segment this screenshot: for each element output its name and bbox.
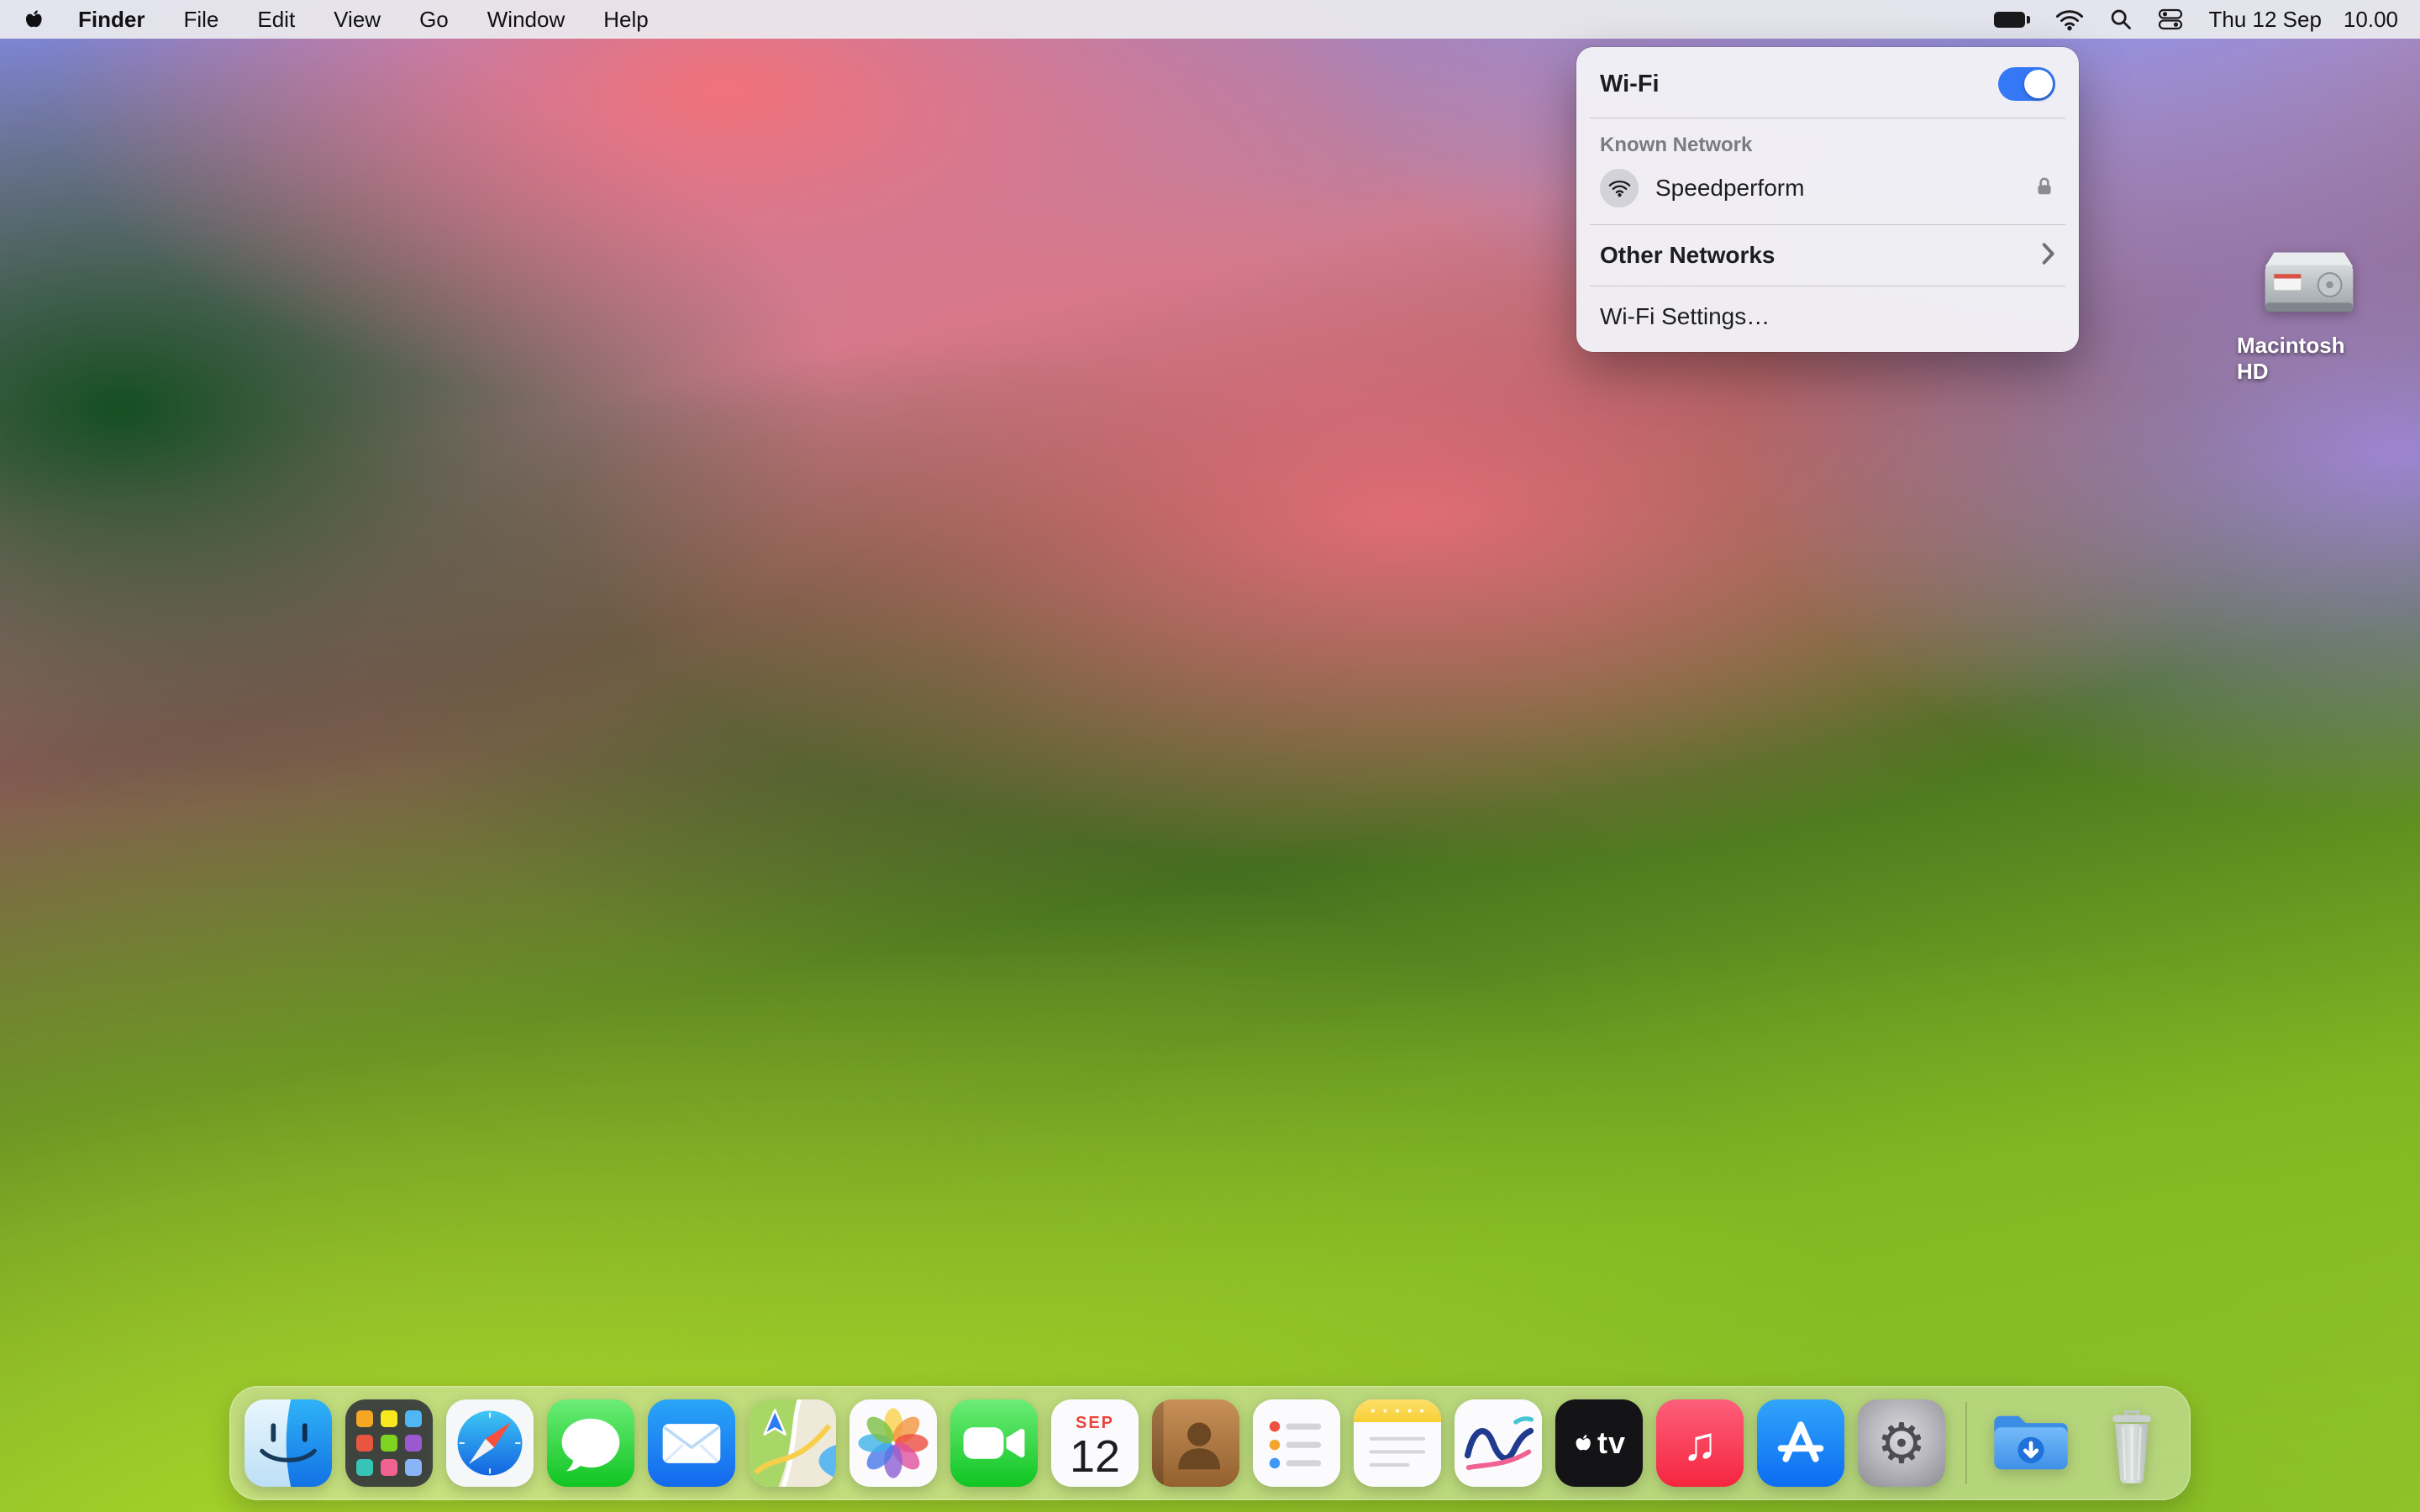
app-store-a-icon — [1757, 1399, 1844, 1487]
tv-label: tv — [1597, 1425, 1626, 1461]
menu-bar-clock[interactable]: Thu 12 Sep 10.00 — [2208, 7, 2398, 33]
dock-app-store[interactable] — [1757, 1399, 1844, 1487]
safari-icon — [446, 1399, 534, 1487]
known-network-header: Known Network — [1576, 123, 2079, 160]
other-networks-label: Other Networks — [1600, 242, 1776, 269]
menu-go[interactable]: Go — [400, 0, 468, 39]
battery-icon[interactable] — [1994, 12, 2030, 28]
downloads-folder-icon — [1987, 1399, 2075, 1487]
known-network-row[interactable]: Speedperform — [1576, 160, 2079, 219]
menu-file[interactable]: File — [164, 0, 238, 39]
maps-icon — [749, 1399, 836, 1487]
apple-logo-icon — [22, 8, 44, 30]
wifi-settings-label: Wi-Fi Settings… — [1600, 303, 1770, 330]
menu-finder[interactable]: Finder — [59, 0, 164, 39]
system-settings-icon: ⚙ — [1858, 1399, 1945, 1487]
menu-window[interactable]: Window — [468, 0, 584, 39]
trash-icon — [2088, 1399, 2175, 1487]
calendar-month: SEP — [1076, 1414, 1114, 1433]
clock-time: 10.00 — [2344, 7, 2398, 33]
other-networks-row[interactable]: Other Networks — [1576, 230, 2079, 281]
messages-icon — [547, 1399, 634, 1487]
wifi-menu-panel: Wi-Fi Known Network Speedperform Other N… — [1576, 47, 2079, 352]
wifi-settings-item[interactable]: Wi-Fi Settings… — [1576, 291, 2079, 342]
menu-edit[interactable]: Edit — [238, 0, 314, 39]
lock-icon — [2033, 176, 2055, 202]
wifi-panel-title: Wi-Fi — [1600, 71, 1660, 98]
dock-finder[interactable] — [245, 1399, 332, 1487]
calendar-day: 12 — [1070, 1433, 1120, 1481]
calendar-icon: SEP 12 — [1051, 1399, 1139, 1487]
wifi-icon — [1600, 169, 1639, 207]
contacts-icon — [1152, 1399, 1239, 1487]
dock-music[interactable]: ♫ — [1656, 1399, 1744, 1487]
dock-contacts[interactable] — [1152, 1399, 1239, 1487]
music-icon: ♫ — [1656, 1399, 1744, 1487]
dock-apple-tv[interactable]: tv — [1555, 1399, 1643, 1487]
freeform-icon — [1455, 1399, 1542, 1487]
network-name: Speedperform — [1655, 175, 1804, 202]
hard-drive-icon — [2260, 245, 2359, 324]
control-center-icon[interactable] — [2158, 7, 2183, 32]
clock-date: Thu 12 Sep — [2208, 7, 2321, 33]
dock-maps[interactable] — [749, 1399, 836, 1487]
apple-tv-icon: tv — [1555, 1399, 1643, 1487]
notes-icon — [1354, 1399, 1441, 1487]
launchpad-icon — [345, 1399, 433, 1487]
dock-reminders[interactable] — [1253, 1399, 1340, 1487]
apple-logo-icon — [1572, 1433, 1592, 1453]
finder-icon — [245, 1399, 332, 1487]
dock-divider — [1965, 1402, 1967, 1484]
gear-icon: ⚙ — [1876, 1415, 1926, 1471]
chevron-right-icon — [2042, 243, 2055, 269]
mail-icon — [648, 1399, 735, 1487]
dock-system-settings[interactable]: ⚙ — [1858, 1399, 1945, 1487]
dock-downloads[interactable] — [1987, 1399, 2075, 1487]
macintosh-hd-volume[interactable]: Macintosh HD — [2237, 245, 2381, 385]
facetime-icon — [950, 1399, 1038, 1487]
dock-notes[interactable] — [1354, 1399, 1441, 1487]
music-note-icon: ♫ — [1682, 1416, 1718, 1471]
spotlight-search-icon[interactable] — [2109, 8, 2133, 31]
volume-label: Macintosh HD — [2237, 333, 2381, 385]
wifi-status-icon[interactable] — [2055, 8, 2084, 31]
menu-help[interactable]: Help — [584, 0, 667, 39]
dock-messages[interactable] — [547, 1399, 634, 1487]
dock-launchpad[interactable] — [345, 1399, 433, 1487]
wifi-toggle[interactable] — [1998, 67, 2055, 101]
dock-mail[interactable] — [648, 1399, 735, 1487]
dock-freeform[interactable] — [1455, 1399, 1542, 1487]
dock-trash[interactable] — [2088, 1399, 2175, 1487]
dock: SEP 12 — [229, 1386, 2191, 1500]
dock-safari[interactable] — [446, 1399, 534, 1487]
app-store-icon — [1757, 1399, 1844, 1487]
dock-photos[interactable] — [850, 1399, 937, 1487]
apple-menu[interactable] — [22, 7, 47, 32]
photos-icon — [850, 1399, 937, 1487]
dock-facetime[interactable] — [950, 1399, 1038, 1487]
reminders-icon — [1253, 1399, 1340, 1487]
menu-view[interactable]: View — [314, 0, 400, 39]
menu-bar: Finder File Edit View Go Window Help — [0, 0, 2420, 39]
wifi-toggle-knob — [2024, 70, 2053, 98]
divider — [1590, 224, 2065, 225]
dock-calendar[interactable]: SEP 12 — [1051, 1399, 1139, 1487]
